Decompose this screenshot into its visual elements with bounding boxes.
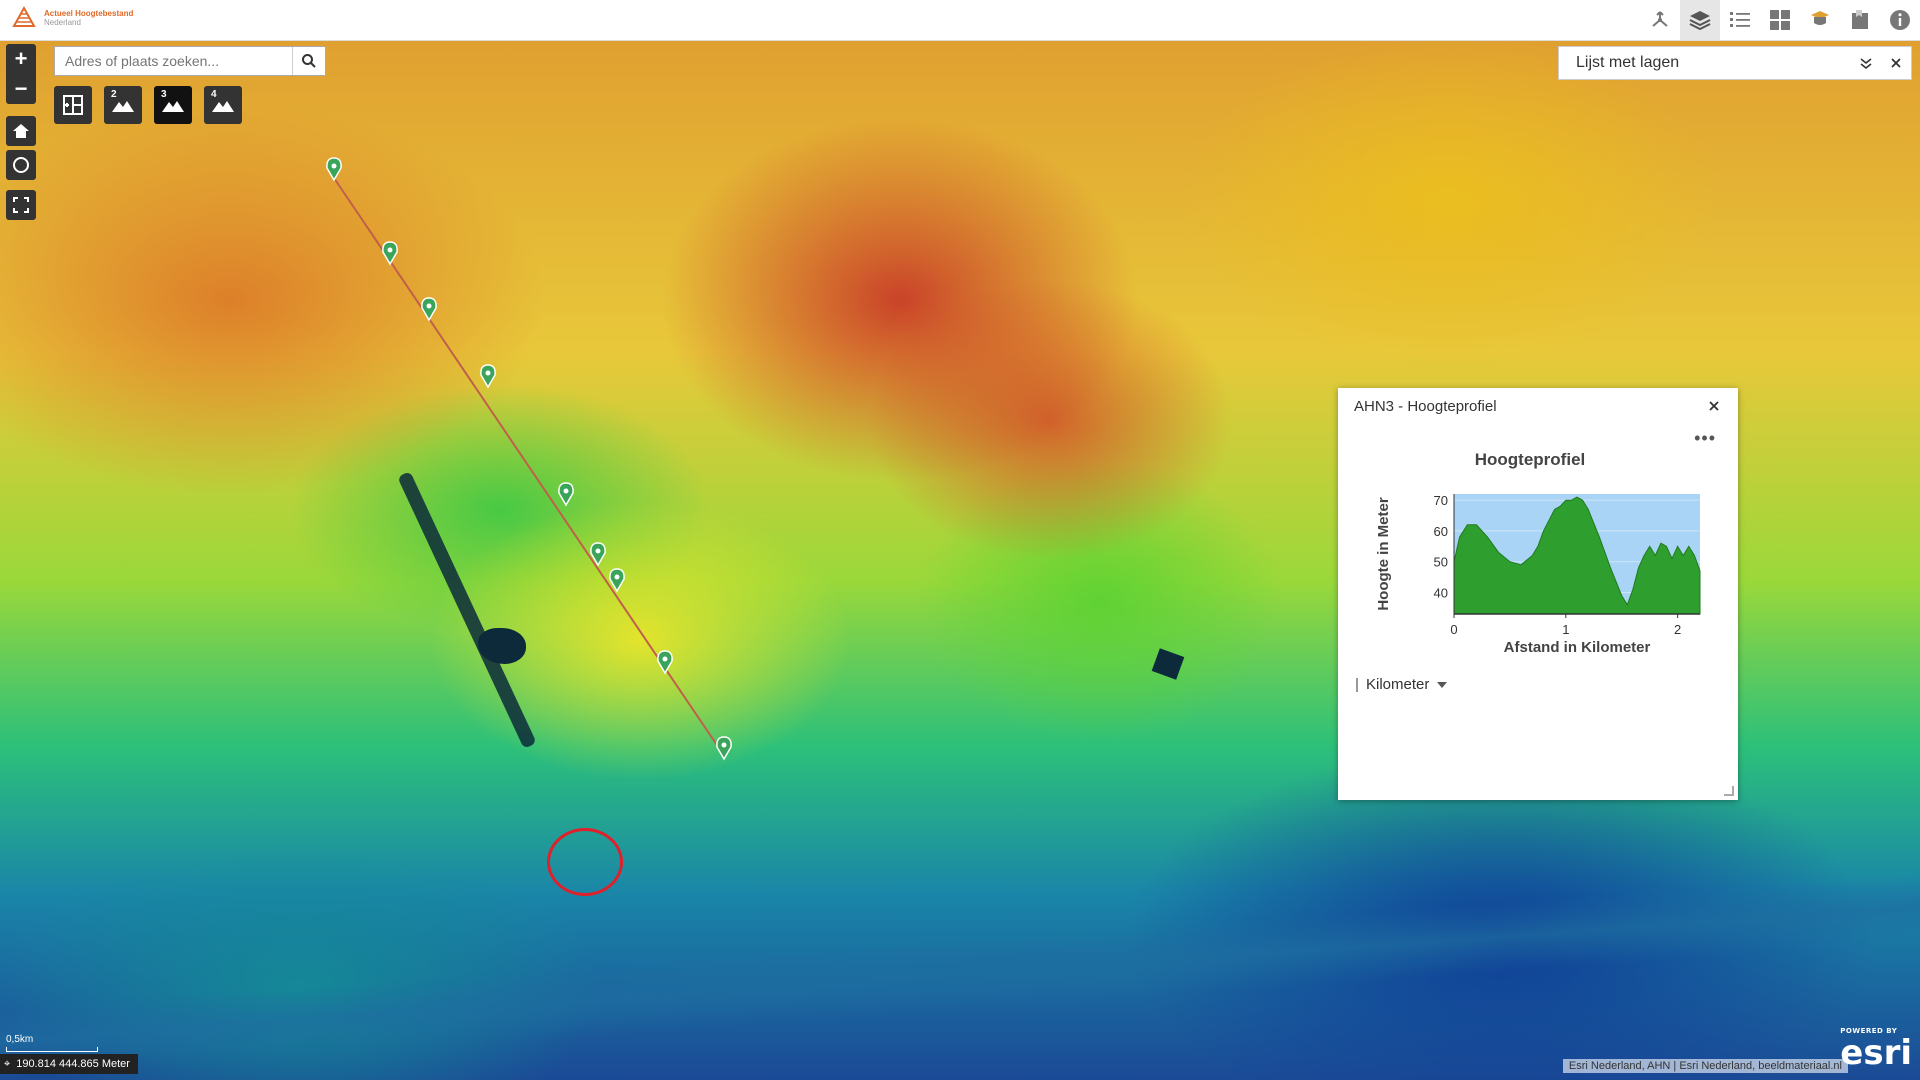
info-icon[interactable] (1880, 0, 1920, 40)
ahn-logo-icon (12, 5, 36, 27)
view-2-button[interactable]: 2 (104, 86, 142, 124)
legend-icon[interactable] (1720, 0, 1760, 40)
view-number: 3 (161, 89, 167, 100)
logo-line1: Actueel Hoogtebestand (44, 9, 134, 18)
y-tick-label: 50 (1434, 555, 1448, 570)
powered-by-text: POWERED BY (1840, 1027, 1898, 1035)
fullscreen-icon (13, 197, 29, 213)
y-tick-label: 60 (1434, 524, 1448, 539)
search-icon (302, 54, 316, 68)
measure-icon[interactable] (1640, 0, 1680, 40)
app-logo[interactable]: Actueel Hoogtebestand Nederland (10, 4, 133, 32)
unit-select-value: Kilometer (1366, 676, 1430, 693)
more-options-icon[interactable]: ••• (1694, 428, 1716, 449)
bookmark-icon[interactable] (1840, 0, 1880, 40)
home-icon (13, 124, 29, 138)
coordinate-display: ⌖ 190.814 444.865 Meter (0, 1054, 138, 1074)
layer-list-panel[interactable]: Lijst met lagen (1558, 46, 1912, 80)
locate-button[interactable] (6, 150, 36, 180)
popup-title: AHN3 - Hoogteprofiel (1354, 397, 1497, 415)
popup-header: AHN3 - Hoogteprofiel (1338, 388, 1738, 424)
toolbar (1640, 0, 1920, 40)
x-tick-label: 0 (1450, 622, 1457, 637)
x-ticks: 0 1 2 (1450, 614, 1681, 637)
layers-icon[interactable] (1680, 0, 1720, 40)
collapse-icon[interactable] (1851, 56, 1881, 70)
close-icon[interactable] (1706, 398, 1722, 414)
split-view-icon (63, 95, 83, 115)
river (0, 870, 1920, 1080)
home-button[interactable] (6, 116, 36, 146)
view-number: 4 (211, 89, 217, 100)
fullscreen-button[interactable] (6, 190, 36, 220)
attribution: Esri Nederland, AHN | Esri Nederland, be… (1562, 1059, 1848, 1073)
y-axis-label: Hoogte in Meter (1375, 497, 1392, 610)
esri-logo[interactable]: POWERED BY esri (1840, 1028, 1912, 1073)
zoom-control: + − (6, 44, 36, 104)
highlight-circle (547, 828, 623, 896)
scale-label: 0,5km (6, 1034, 34, 1045)
x-tick-label: 1 (1562, 622, 1569, 637)
basemap-gallery-icon[interactable] (1760, 0, 1800, 40)
divider (1356, 677, 1358, 692)
locate-icon (13, 157, 29, 173)
resize-handle[interactable] (1724, 786, 1734, 796)
elevation-profile-popup[interactable]: AHN3 - Hoogteprofiel ••• Hoogteprofiel 4… (1338, 388, 1738, 800)
scale-line (6, 1047, 98, 1052)
scale-bar: 0,5km (6, 1034, 98, 1052)
search-button[interactable] (292, 47, 325, 75)
top-bar: Actueel Hoogtebestand Nederland (0, 0, 1920, 41)
search-box (54, 46, 326, 76)
x-axis-label: Afstand in Kilometer (1504, 639, 1651, 656)
split-view-button[interactable] (54, 86, 92, 124)
pond (1151, 648, 1185, 680)
coordinate-text: 190.814 444.865 Meter (16, 1058, 130, 1070)
layer-list-title: Lijst met lagen (1576, 54, 1680, 71)
search-input[interactable] (55, 47, 292, 75)
x-tick-label: 2 (1674, 622, 1681, 637)
logo-line2: Nederland (44, 18, 81, 27)
canal (397, 471, 537, 749)
print-icon[interactable] (1800, 0, 1840, 40)
zoom-in-button[interactable]: + (6, 44, 36, 74)
unit-selector[interactable]: Kilometer (1356, 676, 1448, 693)
elevation-chart: 40 50 60 70 0 1 2 Afstand in Kilometer Hoogte… (1375, 493, 1701, 656)
close-icon[interactable] (1881, 57, 1911, 69)
y-tick-label: 40 (1434, 585, 1448, 600)
view-number: 2 (111, 89, 117, 100)
esri-brand: esri (1840, 1033, 1912, 1073)
view-3-button[interactable]: 3 (154, 86, 192, 124)
chevron-down-icon (1437, 681, 1448, 688)
chart-title: Hoogteprofiel (1474, 450, 1586, 469)
y-ticks: 40 50 60 70 (1434, 493, 1448, 600)
zoom-out-button[interactable]: − (6, 74, 36, 104)
crosshair-icon[interactable]: ⌖ (4, 1058, 10, 1071)
view-4-button[interactable]: 4 (204, 86, 242, 124)
y-tick-label: 70 (1434, 493, 1448, 508)
